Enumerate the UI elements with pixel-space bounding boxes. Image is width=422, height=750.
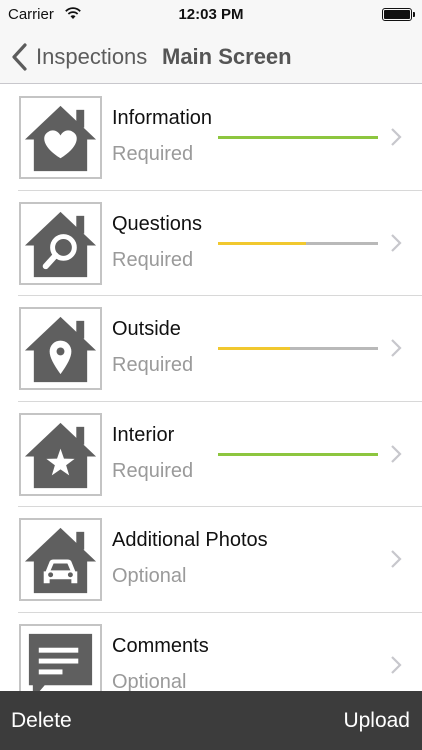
status-bar: Carrier 12:03 PM xyxy=(0,0,422,30)
inspection-section-list: Information Required Questions Required xyxy=(0,85,422,691)
chevron-right-icon xyxy=(391,444,402,463)
row-title: Additional Photos xyxy=(112,529,268,551)
list-item-questions[interactable]: Questions Required xyxy=(0,191,422,297)
chevron-right-icon xyxy=(391,233,402,252)
page-title: Main Screen xyxy=(162,44,292,69)
list-item-outside[interactable]: Outside Required xyxy=(0,296,422,402)
list-item-information[interactable]: Information Required xyxy=(0,85,422,191)
thumbnail xyxy=(19,623,102,691)
thumbnail xyxy=(19,307,102,390)
house-car-icon xyxy=(24,527,97,594)
house-search-icon xyxy=(24,211,97,277)
row-status: Optional xyxy=(112,670,187,692)
chevron-right-icon xyxy=(391,128,402,146)
house-location-pin-icon xyxy=(24,316,97,383)
row-status: Required xyxy=(112,459,194,482)
row-title: Information xyxy=(112,107,213,129)
comment-bubble-icon xyxy=(28,633,93,691)
progress-bar xyxy=(218,347,378,350)
bottom-toolbar: Delete Upload xyxy=(0,691,422,750)
house-heart-icon xyxy=(24,105,97,172)
navigation-bar: Inspections Main Screen xyxy=(0,30,422,84)
row-title: Questions xyxy=(112,212,203,235)
chevron-right-icon xyxy=(391,655,402,674)
row-title: Interior xyxy=(112,423,175,446)
row-status: Optional xyxy=(112,565,187,587)
delete-button[interactable]: Delete xyxy=(11,709,72,733)
progress-bar xyxy=(218,241,378,245)
list-item-interior[interactable]: Interior Required xyxy=(0,402,422,508)
thumbnail xyxy=(19,201,102,285)
upload-button[interactable]: Upload xyxy=(343,709,410,733)
list-item-additional-photos[interactable]: Additional Photos Optional xyxy=(0,507,422,613)
thumbnail xyxy=(19,96,102,179)
battery-icon xyxy=(382,8,415,21)
progress-bar xyxy=(218,452,378,456)
progress-bar xyxy=(218,136,378,139)
row-status: Required xyxy=(112,143,194,165)
clock-label: 12:03 PM xyxy=(178,6,244,23)
back-button[interactable]: Inspections xyxy=(10,40,147,74)
chevron-right-icon xyxy=(391,339,402,357)
row-status: Required xyxy=(112,248,194,271)
thumbnail xyxy=(19,412,102,496)
back-label: Inspections xyxy=(36,44,148,69)
thumbnail xyxy=(19,518,102,601)
list-item-comments[interactable]: Comments Optional xyxy=(0,613,422,692)
row-title: Comments xyxy=(112,634,209,657)
row-title: Outside xyxy=(112,318,181,340)
chevron-right-icon xyxy=(391,550,402,568)
row-status: Required xyxy=(112,354,194,376)
house-star-icon xyxy=(24,422,97,488)
chevron-left-icon xyxy=(12,43,27,71)
